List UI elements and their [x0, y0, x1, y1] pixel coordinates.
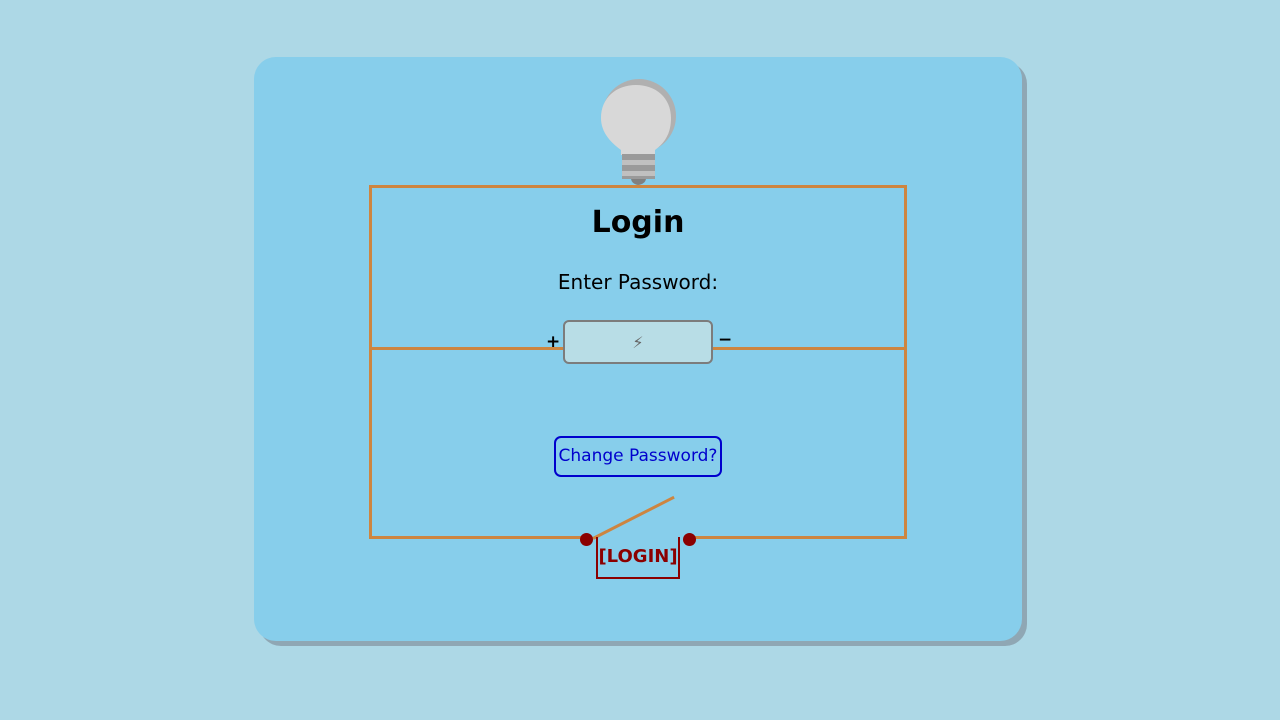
login-button[interactable]: [LOGIN]: [596, 537, 680, 579]
circuit-wire-right: [904, 185, 907, 539]
circuit-wire-left: [369, 185, 372, 539]
circuit-wire-bottom-left: [369, 536, 588, 539]
change-password-button[interactable]: Change Password?: [554, 436, 722, 477]
positive-terminal-label: +: [546, 332, 561, 352]
password-input[interactable]: [563, 320, 713, 364]
negative-terminal-label: −: [718, 330, 733, 350]
switch-terminal-left: [580, 533, 593, 546]
switch-terminal-right: [683, 533, 696, 546]
page-title: Login: [591, 205, 685, 240]
lightbulb-icon: [601, 79, 676, 185]
password-label: Enter Password:: [557, 270, 719, 294]
circuit-wire-middle-left: [369, 347, 563, 350]
circuit-wire-bottom-right: [689, 536, 907, 539]
circuit-wire-middle-right: [713, 347, 907, 350]
